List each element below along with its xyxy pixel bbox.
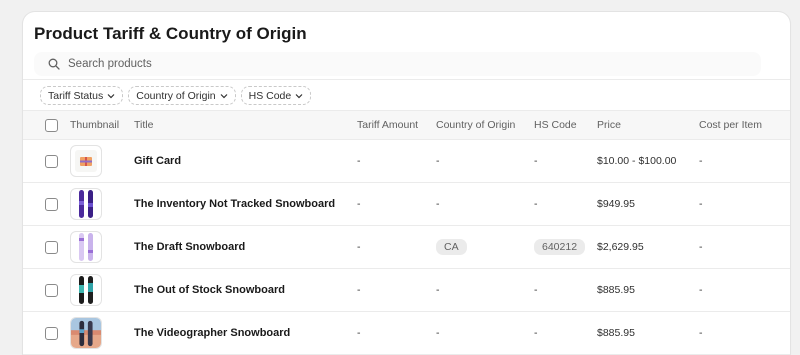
snowboard-photo-icon [70,317,102,349]
hs-code: - [534,155,538,167]
search-icon [48,58,60,70]
cost-per-item: - [699,155,703,167]
chevron-down-icon [220,93,228,98]
filter-label: Tariff Status [48,89,104,102]
chevron-down-icon [107,93,115,98]
column-header[interactable]: HS Code [534,110,597,140]
product-title[interactable]: Gift Card [134,140,357,183]
filter-bar: Tariff Status Country of Origin HS Code [40,86,312,105]
country-of-origin: - [436,327,440,339]
column-header[interactable]: Title [134,110,357,140]
filter-label: HS Code [248,89,292,102]
hs-code: - [534,327,538,339]
snowboard-lavender-icon [70,231,102,263]
search-input[interactable] [68,58,668,70]
column-header[interactable]: Tariff Amount [357,110,436,140]
cost-per-item: - [699,198,703,210]
table-row[interactable]: The Videographer Snowboard - - - $885.95… [23,312,790,355]
hs-code: - [534,284,538,296]
filter-label: Country of Origin [136,89,216,102]
filter-tariff-status[interactable]: Tariff Status [40,86,124,105]
products-table: Thumbnail Title Tariff Amount Country of… [23,110,790,355]
product-title[interactable]: The Draft Snowboard [134,226,357,269]
search-bar[interactable] [34,52,761,76]
row-checkbox[interactable] [45,197,58,211]
row-checkbox[interactable] [45,240,58,254]
tariff-amount: - [357,155,361,167]
select-all-checkbox[interactable] [45,118,58,132]
product-title[interactable]: The Inventory Not Tracked Snowboard [134,183,357,226]
table-row[interactable]: The Inventory Not Tracked Snowboard - - … [23,183,790,226]
cost-per-item: - [699,327,703,339]
column-header[interactable]: Thumbnail [70,110,134,140]
country-of-origin: - [436,198,440,210]
price: $949.95 [597,198,635,210]
price: $10.00 - $100.00 [597,155,677,167]
row-checkbox[interactable] [45,154,58,168]
table-row[interactable]: Gift Card - - - $10.00 - $100.00 - [23,140,790,183]
snowboard-teal-icon [70,274,102,306]
tariff-amount: - [357,327,361,339]
product-title[interactable]: The Out of Stock Snowboard [134,269,357,312]
country-badge: CA [436,239,467,255]
table-row[interactable]: The Draft Snowboard - CA 640212 $2,629.9… [23,226,790,269]
hs-code: - [534,198,538,210]
chevron-down-icon [295,93,303,98]
column-header[interactable]: Price [597,110,699,140]
price: $885.95 [597,327,635,339]
cost-per-item: - [699,284,703,296]
price: $885.95 [597,284,635,296]
divider [23,79,790,80]
products-card: Product Tariff & Country of Origin Tarif… [23,12,790,355]
page-title: Product Tariff & Country of Origin [34,24,307,43]
country-of-origin: - [436,155,440,167]
row-checkbox[interactable] [45,326,58,340]
tariff-amount: - [357,284,361,296]
tariff-amount: - [357,198,361,210]
hs-code-badge: 640212 [534,239,586,255]
cost-per-item: - [699,241,703,253]
filter-country-of-origin[interactable]: Country of Origin [128,86,236,105]
filter-hs-code[interactable]: HS Code [240,86,312,105]
row-checkbox[interactable] [45,283,58,297]
tariff-amount: - [357,241,361,253]
table-row[interactable]: The Out of Stock Snowboard - - - $885.95… [23,269,790,312]
product-title[interactable]: The Videographer Snowboard [134,312,357,355]
price: $2,629.95 [597,241,644,253]
gift-card-icon [70,145,102,177]
column-header[interactable]: Country of Origin [436,110,534,140]
column-header[interactable]: Cost per Item [699,110,790,140]
table-header-row: Thumbnail Title Tariff Amount Country of… [23,110,790,140]
snowboard-purple-icon [70,188,102,220]
country-of-origin: - [436,284,440,296]
